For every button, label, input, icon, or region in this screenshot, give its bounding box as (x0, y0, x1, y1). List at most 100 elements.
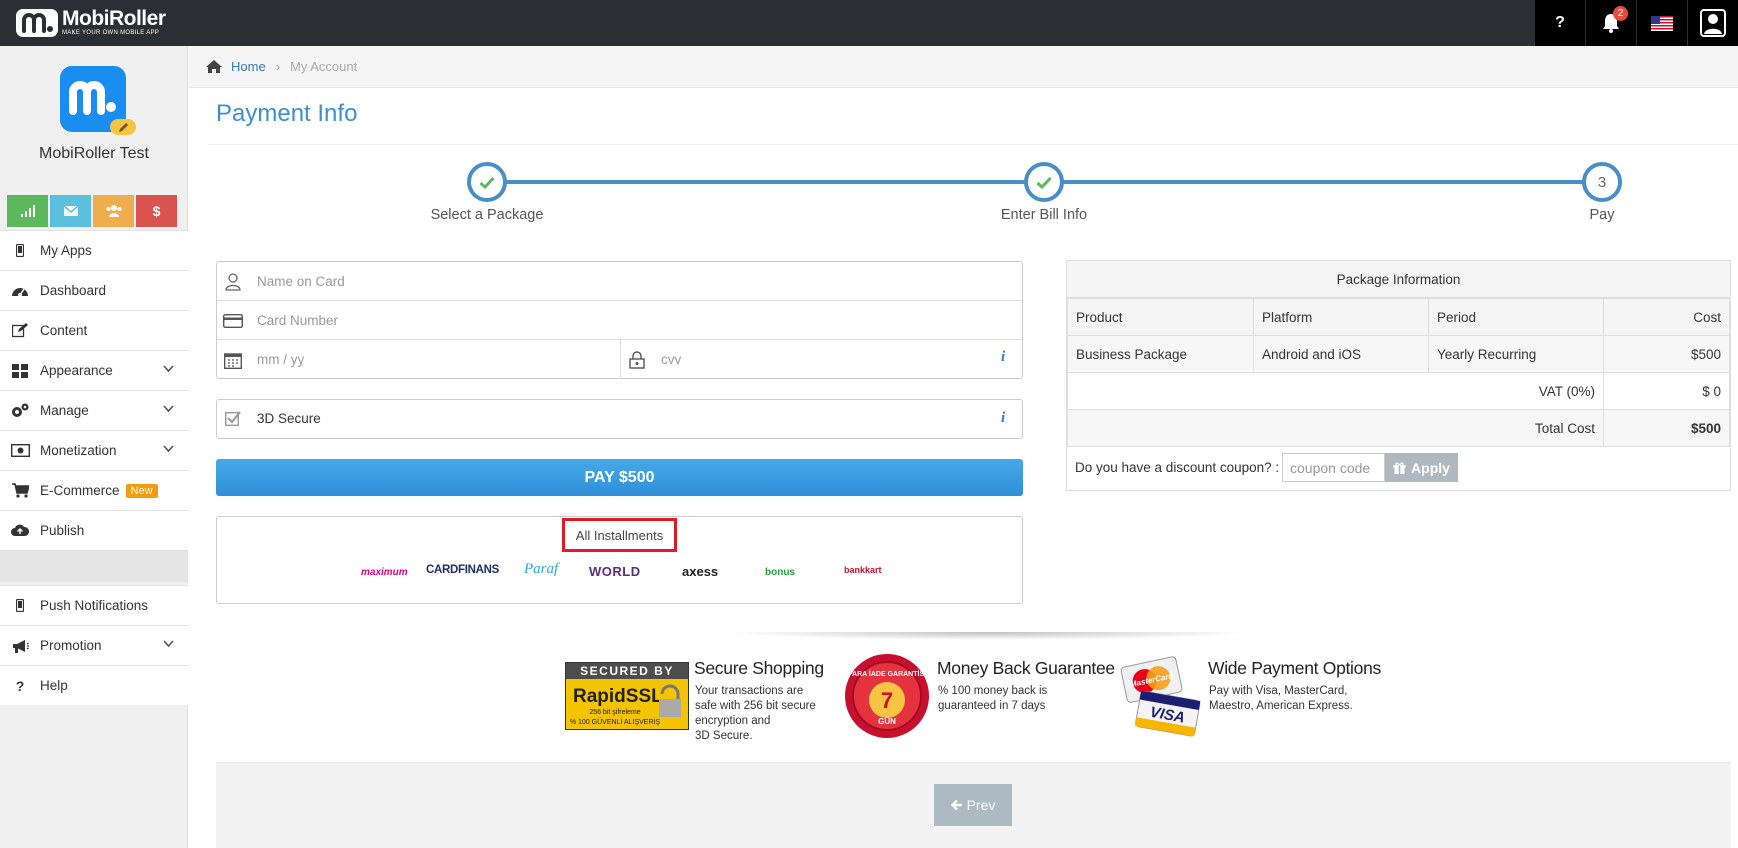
sidebar-item-appearance[interactable]: Appearance (0, 350, 188, 390)
column-header: Product (1067, 298, 1254, 336)
lock-icon (629, 351, 645, 369)
platform-cell: Android and iOS (1253, 335, 1429, 373)
quick-actions: $ (7, 195, 177, 227)
stats-quick-button[interactable] (7, 195, 48, 227)
step-2-circle (1024, 162, 1064, 202)
pay-button[interactable]: PAY $500 (216, 459, 1023, 496)
name-on-card-row (217, 262, 1022, 301)
step-3-label: Pay (1589, 207, 1615, 223)
billing-quick-button[interactable]: $ (136, 195, 177, 227)
breadcrumb-home-link[interactable]: Home (231, 59, 266, 74)
3d-secure-label: 3D Secure (257, 411, 321, 426)
calendar-icon (224, 352, 242, 369)
sidebar-item-promotion[interactable]: Promotion (0, 625, 188, 665)
money-back-seal-icon: PARA İADE GARANTİSİ 7 GÜN (845, 654, 929, 738)
top-bar: MobiRoller MAKE YOUR OWN MOBILE APP ? 2 (0, 0, 1738, 46)
us-flag-icon (1651, 15, 1673, 31)
user-icon (1700, 9, 1726, 37)
all-installments-button[interactable]: All Installments (562, 518, 677, 552)
3d-secure-info-icon[interactable]: i (1001, 410, 1005, 427)
notifications-button[interactable]: 2 (1585, 0, 1636, 46)
bank-logo-bonus: bonus (765, 567, 795, 578)
mobile-icon (16, 599, 24, 612)
payment-options-text: Pay with Visa, MasterCard, Maestro, Amer… (1209, 685, 1353, 712)
installments-panel: All Installments maximum CARDFINANS Para… (216, 516, 1023, 604)
apply-coupon-button[interactable]: Apply (1385, 453, 1458, 482)
sidebar-item-monetization[interactable]: Monetization (0, 430, 188, 470)
edit-app-button[interactable] (110, 119, 136, 135)
pencil-icon (118, 122, 128, 132)
total-row: Total Cost $500 (1067, 409, 1730, 447)
users-quick-button[interactable] (93, 195, 134, 227)
sidebar-item-content[interactable]: Content (0, 310, 188, 350)
step-1-circle (467, 162, 507, 202)
arrow-left-icon (950, 799, 962, 811)
home-icon (206, 60, 222, 73)
cart-icon (11, 483, 29, 498)
language-selector[interactable] (1636, 0, 1687, 46)
step-2-label: Enter Bill Info (1000, 207, 1088, 223)
column-header: Period (1428, 298, 1604, 336)
sidebar-item-label: Appearance (40, 363, 113, 378)
name-on-card-input[interactable] (257, 270, 857, 292)
sidebar-item-label: Publish (40, 523, 85, 538)
card-number-row (217, 301, 1022, 340)
brand-logo[interactable]: MobiRoller MAKE YOUR OWN MOBILE APP (16, 7, 166, 37)
cvv-input[interactable] (661, 348, 961, 370)
sidebar-item-label: E-Commerce (40, 483, 120, 498)
checkbox-checked-icon[interactable] (225, 410, 241, 426)
table-row: Business Package Android and iOS Yearly … (1067, 335, 1730, 373)
card-number-input[interactable] (257, 309, 857, 331)
sidebar-item-my-apps[interactable]: My Apps (0, 230, 188, 270)
page-title: Payment Info (216, 100, 358, 127)
sidebar-item-push-notifications[interactable]: Push Notifications (0, 585, 188, 625)
payment-cards-icon: MasterCard VISA (1120, 656, 1201, 737)
column-header: Cost (1603, 298, 1730, 336)
card-form: i (216, 261, 1023, 379)
sidebar-item-label: Manage (40, 403, 89, 418)
package-table: Product Platform Period Cost Business Pa… (1067, 298, 1730, 447)
period-cell: Yearly Recurring (1428, 335, 1604, 373)
sidebar-item-label: Monetization (40, 443, 117, 458)
breadcrumb-current: My Account (290, 59, 358, 74)
package-info-panel: Package Information Product Platform Per… (1066, 260, 1731, 491)
sidebar-item-dashboard[interactable]: Dashboard (0, 270, 188, 310)
dollar-icon: $ (152, 203, 161, 219)
sidebar-item-manage[interactable]: Manage (0, 390, 188, 430)
rapidssl-badge-line-2: % 100 GÜVENLİ ALIŞVERİŞ (570, 717, 661, 726)
help-button[interactable]: ? (1534, 0, 1585, 46)
vat-value: $ 0 (1603, 372, 1730, 410)
sidebar-item-label: Dashboard (40, 283, 107, 298)
money-back-text: % 100 money back is guaranteed in 7 days (938, 685, 1048, 712)
help-label: ? (1555, 14, 1565, 31)
apply-label: Apply (1411, 459, 1450, 476)
sidebar-item-label: My Apps (40, 243, 92, 258)
messages-quick-button[interactable] (50, 195, 91, 227)
bank-logo-paraf: Paraf (524, 561, 559, 577)
chevron-down-icon (163, 640, 174, 648)
mobile-icon (16, 244, 24, 257)
cvv-info-icon[interactable]: i (1001, 349, 1005, 366)
coupon-label: Do you have a discount coupon? : (1075, 460, 1280, 475)
check-icon (479, 176, 495, 189)
sidebar-item-ecommerce[interactable]: E-Commerce New (0, 470, 188, 510)
rapidssl-badge-main-text: RapidSSL (573, 686, 663, 707)
prev-button[interactable]: Prev (934, 784, 1012, 826)
sidebar-item-help[interactable]: ? Help (0, 665, 188, 705)
seal-word: GÜN (878, 717, 896, 726)
3d-secure-option[interactable]: 3D Secure i (216, 399, 1023, 439)
coupon-code-input[interactable] (1282, 453, 1385, 482)
table-header-row: Product Platform Period Cost (1067, 298, 1730, 336)
brand-name: MobiRoller (62, 7, 166, 30)
seal-number: 7 (881, 688, 893, 713)
sidebar-menu: My Apps Dashboard Content Appearance Man… (0, 230, 188, 705)
bank-logo-maximum: maximum (361, 567, 408, 578)
rapidssl-badge-icon: SECURED BY RapidSSL 256 bit şifreleme % … (565, 662, 689, 730)
chevron-down-icon (163, 365, 174, 373)
total-value: $500 (1603, 409, 1730, 447)
user-menu-button[interactable] (1687, 0, 1738, 46)
bank-logo-bankkart: bankkart (844, 565, 882, 575)
sidebar-item-publish[interactable]: Publish (0, 510, 188, 550)
expiry-input[interactable] (257, 348, 597, 370)
users-icon (106, 205, 121, 217)
